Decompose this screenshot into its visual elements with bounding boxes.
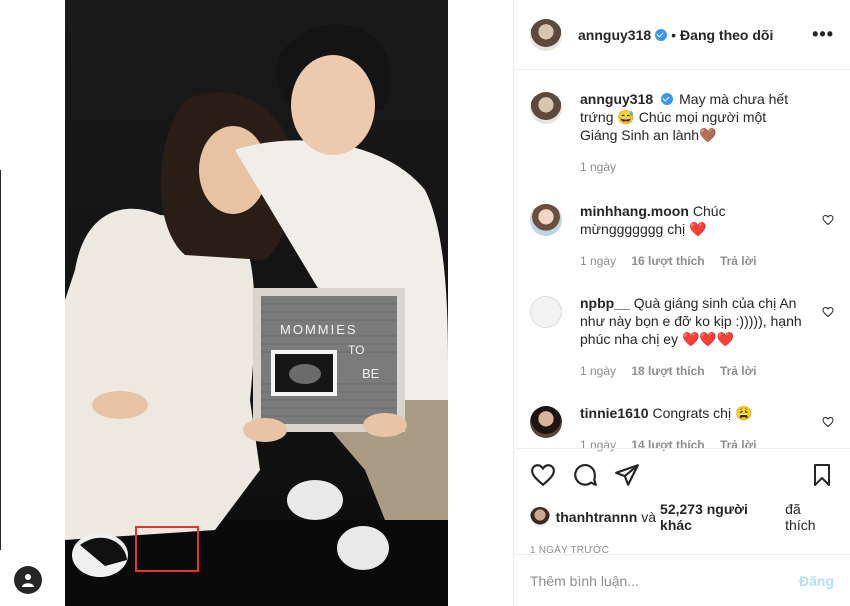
board-text-line2: TO	[348, 343, 364, 357]
save-bookmark-icon[interactable]	[810, 462, 834, 488]
likes-summary: thanhtrannn và 52,273 người khác đã thíc…	[530, 501, 834, 533]
comment-row: npbp__ Quà giáng sinh của chị An như này …	[530, 294, 834, 404]
verified-badge-icon	[655, 28, 668, 41]
comment-username[interactable]: tinnie1610	[580, 405, 648, 421]
caption-avatar[interactable]	[530, 92, 562, 124]
verified-badge-icon	[661, 93, 674, 105]
more-options-icon[interactable]: •••	[812, 24, 834, 45]
liker-username[interactable]: thanhtrannn	[556, 509, 638, 525]
reply-button[interactable]: Trả lời	[720, 364, 757, 378]
following-button[interactable]: Đang theo dõi	[680, 27, 773, 43]
author-username[interactable]: annguy318	[578, 27, 651, 43]
caption-row: annguy318 May mà chưa hết trứng 😅 Chúc mọ…	[530, 90, 834, 202]
comment-row: minhhang.moon Chúc mừnggggggg chị ❤️ 1 ng…	[530, 202, 834, 294]
comment-bubble-icon[interactable]	[572, 462, 598, 488]
comment-time[interactable]: 1 ngày	[580, 364, 616, 378]
likes-joiner: và	[641, 509, 657, 525]
like-comment-heart-icon[interactable]	[822, 306, 834, 318]
likes-suffix: đã thích	[785, 501, 816, 533]
like-comment-heart-icon[interactable]	[822, 416, 834, 428]
board-text-line3: BE	[362, 366, 380, 381]
left-backdrop	[0, 0, 65, 606]
comment-username[interactable]: npbp__	[580, 295, 630, 311]
author-avatar[interactable]	[530, 18, 562, 51]
likes-count[interactable]: 52,273 người khác	[660, 501, 781, 533]
caption-time[interactable]: 1 ngày	[580, 160, 616, 174]
add-comment-bar: Thêm bình luận... Đăng	[514, 554, 850, 606]
like-heart-icon[interactable]	[530, 462, 556, 488]
caption-username[interactable]: annguy318	[580, 91, 653, 107]
annotation-highlight-box	[135, 526, 199, 572]
comment-input[interactable]: Thêm bình luận...	[530, 573, 639, 589]
comment-avatar[interactable]	[530, 296, 562, 328]
header-separator: •	[671, 26, 677, 43]
liker-avatar[interactable]	[530, 507, 550, 527]
post-header: annguy318 • Đang theo dõi •••	[514, 0, 850, 70]
post-actions: thanhtrannn và 52,273 người khác đã thíc…	[514, 448, 850, 556]
edge-divider	[0, 170, 1, 550]
comment-likes[interactable]: 18 lượt thích	[631, 364, 704, 378]
reply-button[interactable]: Trả lời	[720, 254, 757, 268]
post-photo[interactable]: MOMMIES TO BE	[65, 0, 448, 606]
share-paper-plane-icon[interactable]	[614, 462, 640, 488]
comment-time[interactable]: 1 ngày	[580, 254, 616, 268]
comment-avatar[interactable]	[530, 204, 562, 236]
post-side-panel: annguy318 • Đang theo dõi ••• annguy318 M…	[513, 0, 850, 606]
user-icon	[22, 574, 34, 587]
comment-likes[interactable]: 16 lượt thích	[631, 254, 704, 268]
comments-list: annguy318 May mà chưa hết trứng 😅 Chúc mọ…	[530, 90, 834, 478]
comment-username[interactable]: minhhang.moon	[580, 203, 689, 219]
user-account-button[interactable]	[14, 566, 42, 594]
post-comment-button[interactable]: Đăng	[799, 573, 834, 589]
comment-text: Congrats chị 😩	[652, 405, 753, 421]
like-comment-heart-icon[interactable]	[822, 214, 834, 226]
comment-avatar[interactable]	[530, 406, 562, 438]
board-text-line1: MOMMIES	[280, 322, 358, 337]
